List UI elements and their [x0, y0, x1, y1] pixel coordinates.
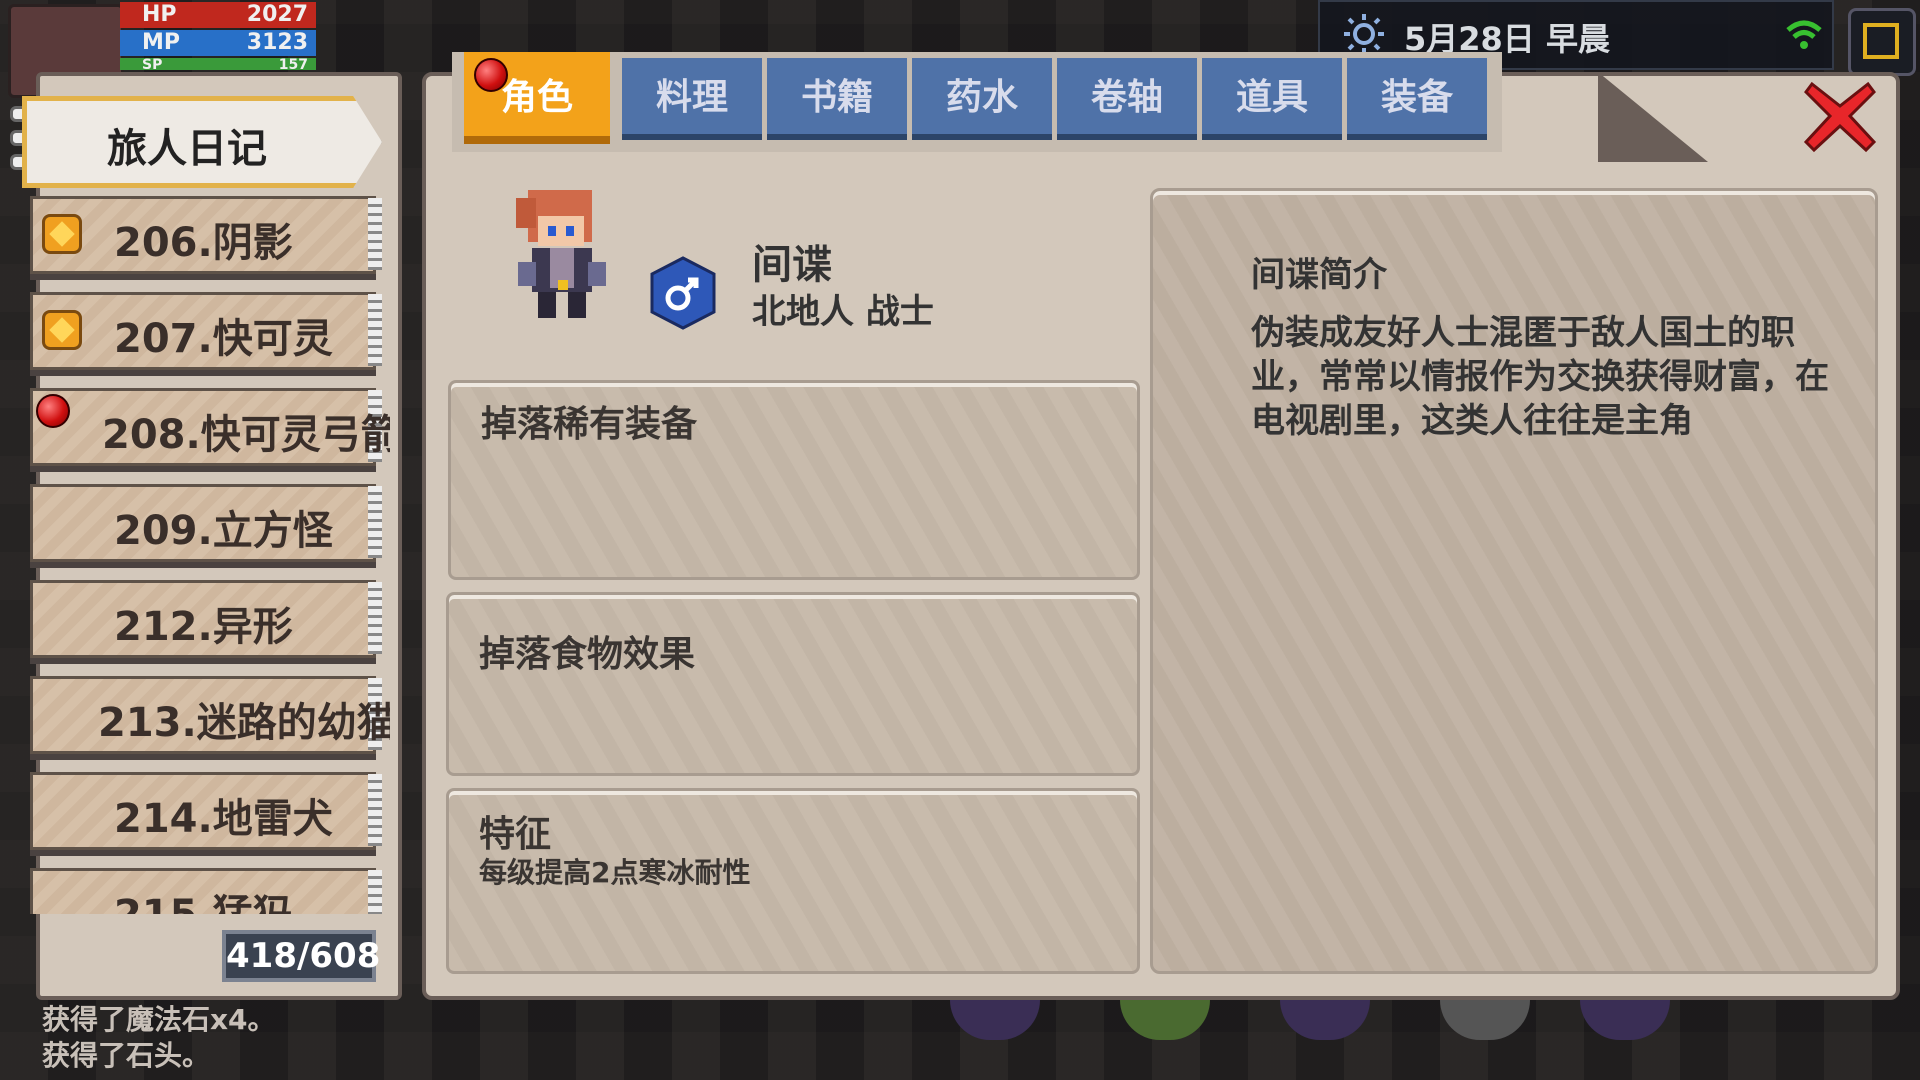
hp-bar: HP 2027: [120, 2, 316, 28]
quickbar-slot[interactable]: [950, 1000, 1040, 1040]
collection-count: 418/608: [222, 930, 380, 982]
log-line: 获得了魔法石x4。: [42, 1003, 276, 1036]
wifi-icon: [1786, 20, 1822, 49]
list-item[interactable]: 208.快可灵弓箭: [30, 388, 390, 472]
entry-label: 209.立方怪: [114, 508, 333, 554]
entry-label: 215.猛犸: [114, 882, 293, 914]
section-title: 掉落稀有装备: [481, 404, 698, 445]
description-title: 间谍简介: [1251, 255, 1387, 295]
quickbar-slot[interactable]: [1120, 1000, 1210, 1040]
list-item[interactable]: 214.地雷犬: [30, 772, 390, 856]
character-subtitle: 北地人 战士: [752, 292, 934, 332]
list-item[interactable]: 207.快可灵: [30, 292, 390, 376]
list-item[interactable]: 212.异形: [30, 580, 390, 664]
tab-potions[interactable]: 药水: [912, 58, 1052, 140]
male-symbol-icon: [650, 256, 716, 330]
new-indicator-icon: [474, 58, 508, 92]
description-section: 间谍简介 伪装成友好人士混匿于敌人国土的职业，常常以情报作为交换获得财富，在电视…: [1150, 188, 1878, 974]
sun-icon: [1344, 14, 1384, 54]
tab-items[interactable]: 道具: [1202, 58, 1342, 140]
quickbar-slot[interactable]: [1440, 1000, 1530, 1040]
menu-button[interactable]: [1848, 8, 1916, 76]
diary-entry-list[interactable]: 206.阴影 207.快可灵 208.快可灵弓箭 209.立方怪 212.异形 …: [30, 196, 390, 914]
list-item[interactable]: 215.猛犸: [30, 868, 390, 914]
list-item[interactable]: 206.阴影: [30, 196, 390, 280]
tab-cooking[interactable]: 料理: [622, 58, 762, 140]
rare-drop-section: 掉落稀有装备: [448, 380, 1140, 580]
gem-icon: [42, 310, 82, 350]
sp-label: SP: [142, 58, 163, 70]
list-item[interactable]: 209.立方怪: [30, 484, 390, 568]
quickbar-slot[interactable]: [1280, 1000, 1370, 1040]
section-title: 掉落食物效果: [479, 634, 696, 675]
character-name: 间谍: [752, 242, 832, 288]
entry-label: 212.异形: [114, 604, 293, 650]
exit-icon: [1863, 23, 1899, 59]
entry-label: 214.地雷犬: [114, 796, 333, 842]
entry-label: 207.快可灵: [114, 316, 333, 362]
entry-label: 208.快可灵弓箭: [102, 412, 390, 458]
tab-scrolls[interactable]: 卷轴: [1057, 58, 1197, 140]
entry-label: 213.迷路的幼猫: [98, 700, 390, 746]
description-text: 伪装成友好人士混匿于敌人国土的职业，常常以情报作为交换获得财富，在电视剧里，这类…: [1251, 313, 1829, 441]
trait-text: 每级提高2点寒冰耐性: [479, 856, 751, 889]
list-item[interactable]: 213.迷路的幼猫: [30, 676, 390, 760]
mp-bar: MP 3123: [120, 30, 316, 56]
new-indicator-icon: [36, 394, 70, 428]
spy-character-sprite: [516, 190, 606, 318]
log-line: 获得了石头。: [42, 1039, 211, 1072]
sp-bar: SP 157: [120, 58, 316, 70]
trait-section: 特征 每级提高2点寒冰耐性: [446, 788, 1140, 974]
hp-label: HP: [142, 2, 177, 27]
quickbar: [950, 1000, 1670, 1050]
tab-books[interactable]: 书籍: [767, 58, 907, 140]
diary-title: 旅人日记: [107, 126, 267, 172]
entry-label: 206.阴影: [114, 220, 293, 266]
sp-value: 157: [278, 58, 308, 70]
section-title: 特征: [479, 814, 552, 855]
hp-value: 2027: [246, 2, 308, 27]
mp-value: 3123: [246, 30, 308, 55]
player-stats: HP 2027 MP 3123 SP 157: [120, 2, 316, 72]
mp-label: MP: [142, 30, 181, 55]
tab-equipment[interactable]: 装备: [1347, 58, 1487, 140]
diary-title-tab: 旅人日记: [22, 96, 382, 188]
gem-icon: [42, 214, 82, 254]
food-effect-section: 掉落食物效果: [446, 592, 1140, 776]
message-log: 获得了魔法石x4。 获得了石头。: [42, 1002, 276, 1074]
close-icon[interactable]: [1800, 76, 1880, 156]
